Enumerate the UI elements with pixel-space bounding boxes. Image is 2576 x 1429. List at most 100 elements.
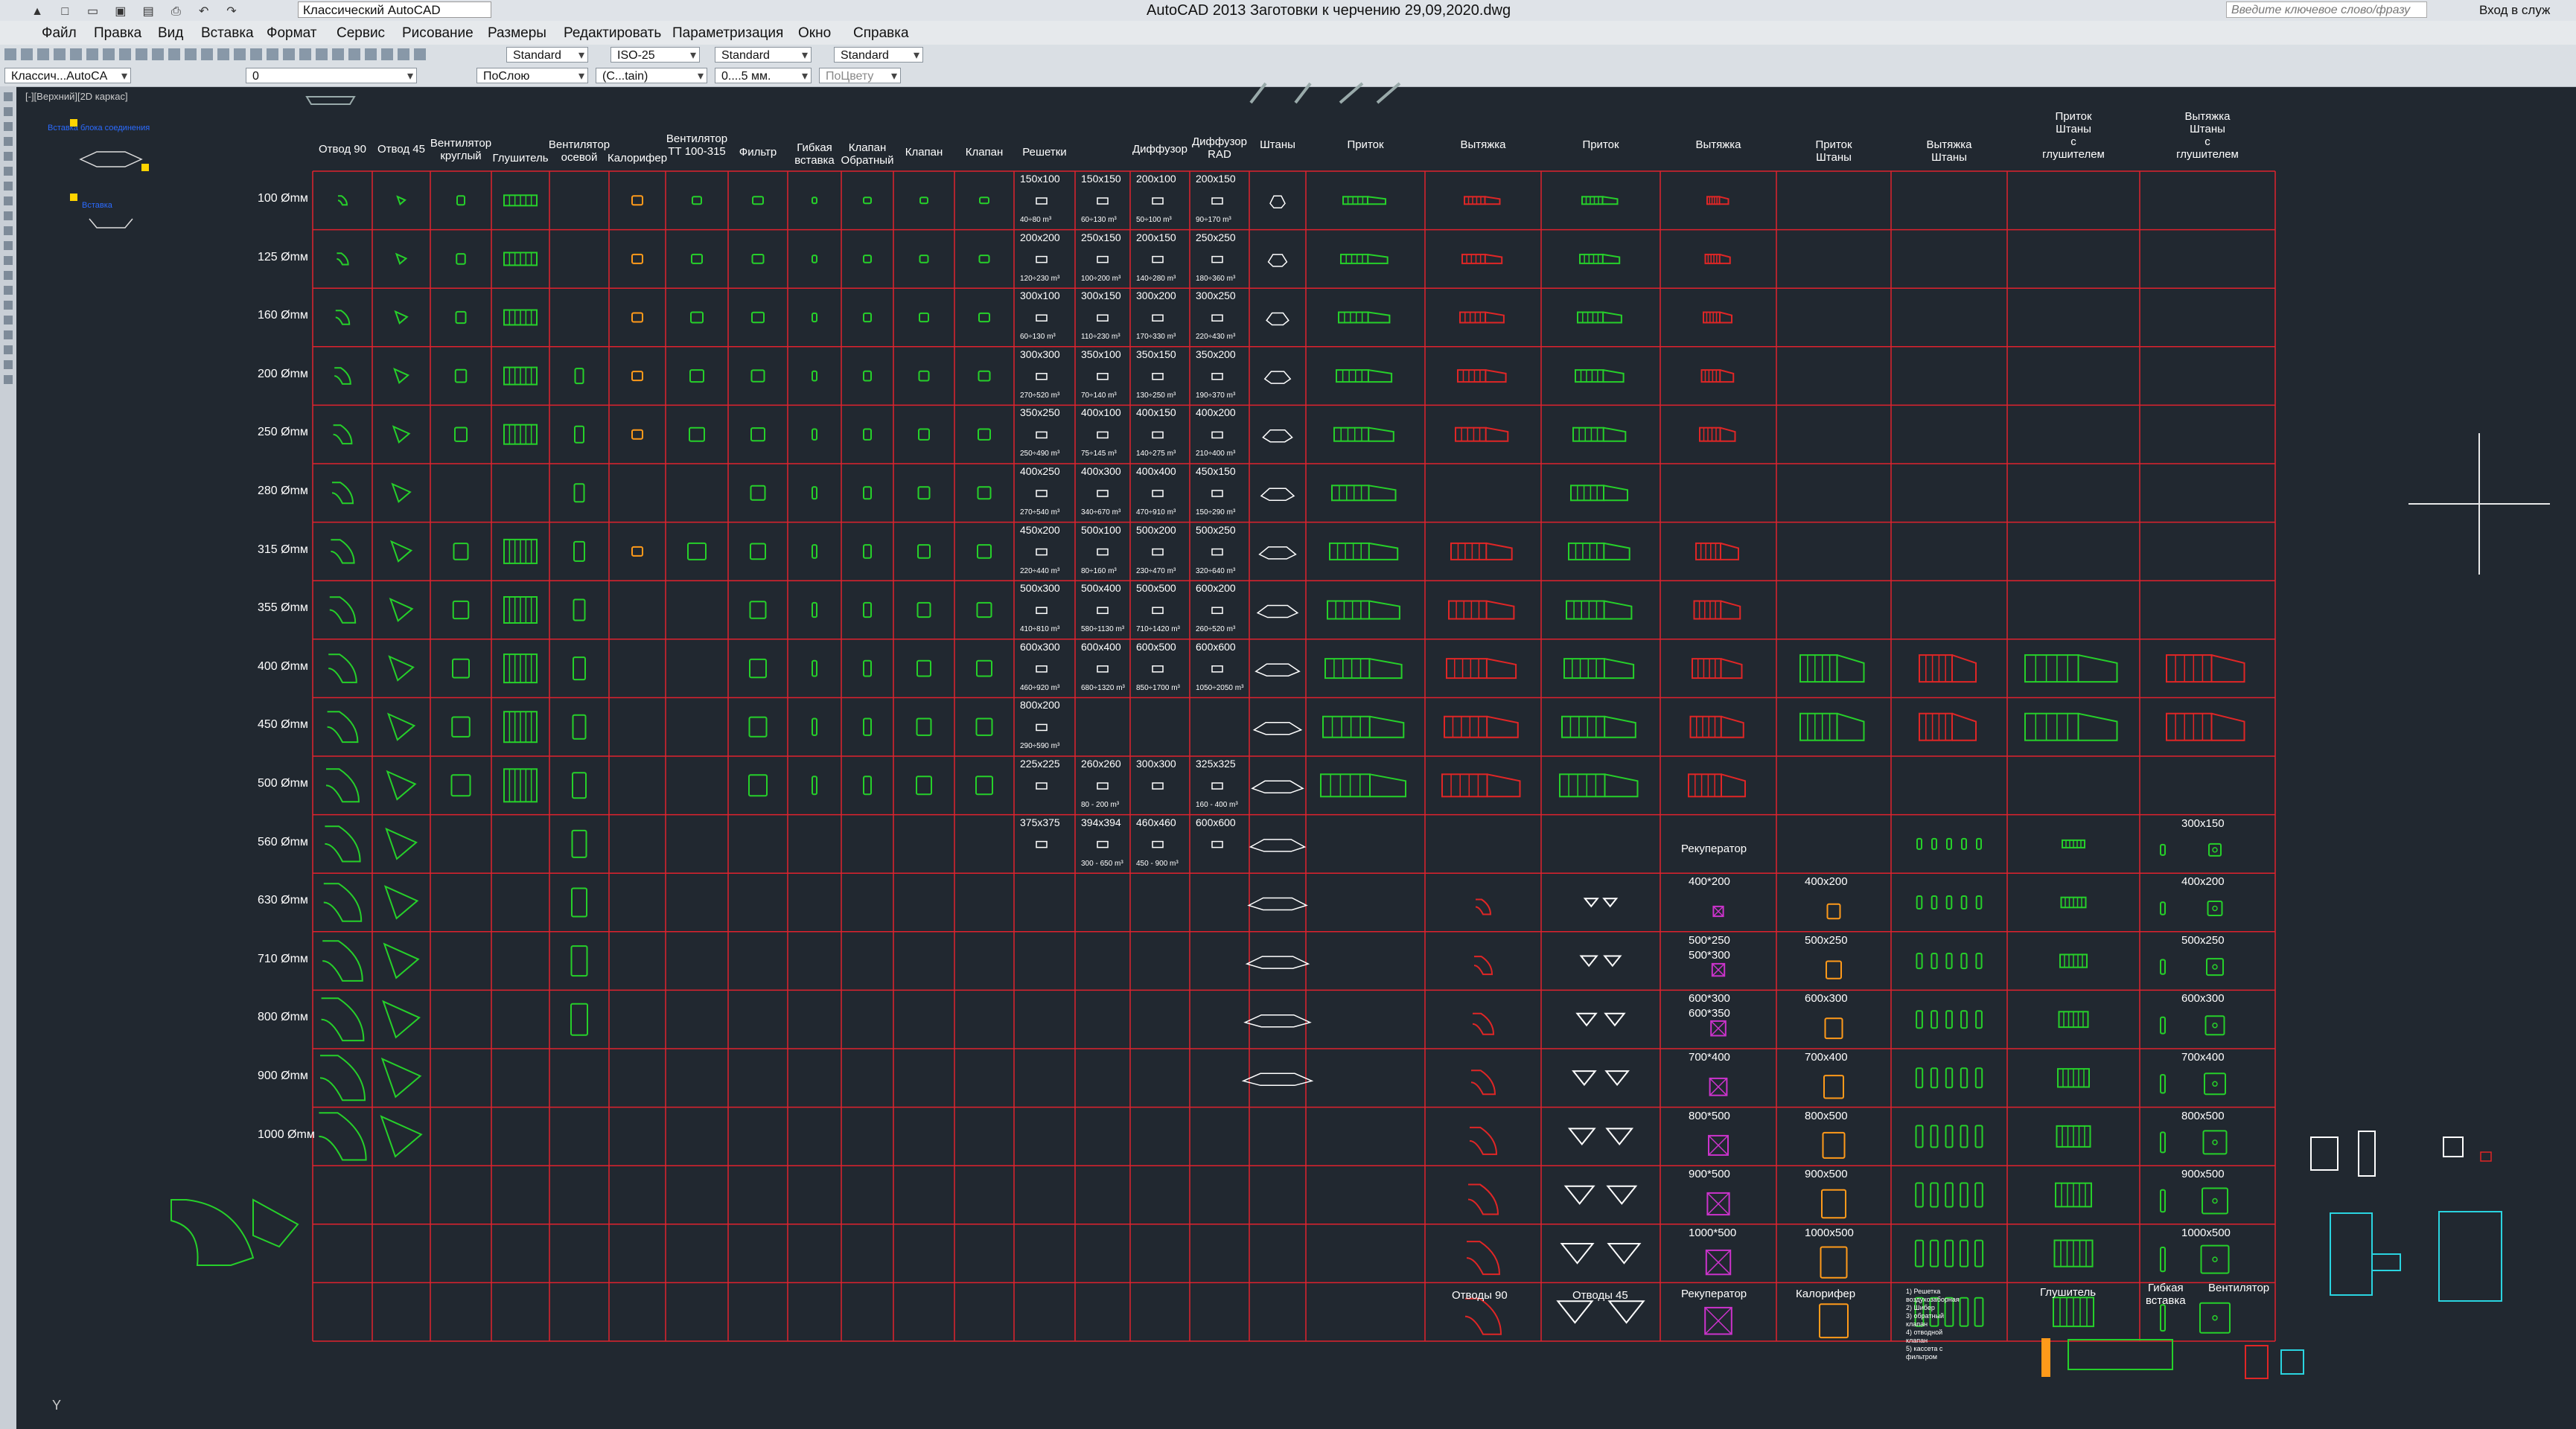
warning-marker	[70, 194, 77, 201]
row-label: 200 Ømм	[258, 367, 308, 380]
exhaust-run-2-symbol	[1699, 426, 1721, 442]
fan-tt-symbol	[687, 542, 707, 560]
filter-symbol	[750, 485, 766, 501]
exhaust-run-2-symbol	[1692, 658, 1722, 680]
branch-symbol	[1243, 1014, 1312, 1028]
branch-part-symbol	[1945, 1010, 1953, 1029]
grille-flow: 40÷80 m³	[1020, 216, 1052, 224]
triangle-45-symbol	[1560, 1243, 1595, 1265]
column-header: Фильтр	[739, 146, 777, 159]
ucs-icon: Y	[52, 1398, 62, 1413]
check-valve-symbol	[863, 428, 872, 441]
column-header: Калорифер	[607, 152, 668, 164]
large-elbow-45-symbol	[252, 1198, 299, 1248]
grille-size: 250x150	[1081, 231, 1121, 243]
grille-size: 225x225	[1020, 758, 1060, 770]
elbow-45-symbol	[382, 1000, 421, 1039]
elbow-90-symbol	[1475, 898, 1492, 915]
flex-large-symbol	[2160, 901, 2166, 915]
elbow-90-symbol	[335, 310, 351, 325]
grille-symbol	[1097, 490, 1109, 497]
grille-symbol	[1152, 840, 1164, 848]
recuperator-size: 700*400	[1689, 1051, 1730, 1064]
branch-part-symbol	[1974, 1297, 1984, 1327]
fan-tt-symbol	[691, 253, 703, 264]
fan-large-hub	[2212, 1022, 2218, 1029]
unit-symbol	[2358, 1131, 2376, 1177]
grille-flow: 100÷200 m³	[1081, 274, 1121, 283]
filter-symbol	[749, 658, 767, 679]
branch-symbol	[1267, 254, 1288, 267]
elbow-45-symbol	[386, 770, 417, 801]
grille-flow: 160 - 400 m³	[1196, 801, 1238, 809]
exhaust-run-2-symbol-tail	[1719, 196, 1729, 205]
valve-symbol	[916, 601, 931, 618]
row-label: 500 Ømм	[258, 777, 308, 790]
filter-symbol	[750, 427, 765, 442]
elbow-45-symbol	[385, 827, 418, 860]
exhaust-run-2-symbol-tail	[1719, 253, 1731, 264]
grille-flow: 120÷230 m³	[1020, 274, 1060, 283]
supply-run-2-symbol-tail	[1604, 542, 1630, 560]
elbow-90-symbol	[1464, 1297, 1502, 1335]
heater-symbol	[631, 312, 643, 323]
heater-large-symbol	[1822, 1131, 1846, 1159]
valve-2-symbol	[976, 659, 992, 677]
branch-symbol	[1258, 546, 1297, 560]
recuperator-size: 900*500	[1689, 1168, 1730, 1181]
elbow-90-symbol	[327, 711, 359, 744]
grille-size: 450x150	[1196, 465, 1236, 477]
grille-flow: 220÷430 m³	[1196, 333, 1236, 342]
branch-part-symbol	[1916, 837, 1922, 850]
row-label: 400 Ømм	[258, 659, 308, 673]
grille-size: 200x150	[1136, 231, 1176, 243]
triangle-45-symbol	[1603, 955, 1622, 968]
column-header: Приток Штаны с глушителем	[2042, 110, 2105, 161]
drawing-canvas[interactable]	[0, 0, 2576, 1429]
fan-large-symbol	[2208, 843, 2222, 857]
filter-symbol	[748, 716, 768, 738]
supply-run-symbol	[1329, 542, 1370, 560]
recuperator-size: 800*500	[1689, 1109, 1730, 1122]
grille-size: 250x250	[1196, 231, 1236, 243]
exhaust-run-2-symbol-tail	[1721, 715, 1744, 738]
column-header: Вытяжка	[1460, 138, 1506, 151]
small-red-symbol	[2480, 1151, 2492, 1162]
elbow-90-symbol	[329, 596, 357, 624]
branch-part-symbol	[1975, 953, 1983, 970]
flex-large-symbol	[2160, 959, 2166, 975]
row-label: 800 Ømм	[258, 1011, 308, 1024]
heater-symbol	[631, 371, 643, 382]
exhaust-branch-sil-symbol-tail	[2211, 654, 2245, 683]
triangle-45-symbol	[1583, 898, 1599, 908]
elbow-90-symbol	[1473, 956, 1493, 976]
supply-run-2-symbol-tail	[1604, 715, 1636, 738]
elbow-90-symbol	[331, 539, 355, 564]
grille-symbol	[1211, 665, 1223, 673]
filter-symbol	[751, 311, 765, 324]
supply-run-symbol-tail	[1368, 542, 1399, 560]
grille-size: 325x325	[1196, 758, 1236, 770]
branch-part-symbol	[1915, 1125, 1924, 1148]
bottom-label-2: Рекуператор	[1681, 1288, 1747, 1300]
supply-branch-symbol	[1799, 712, 1838, 741]
fan-large-hub	[2212, 847, 2218, 853]
supply-run-symbol	[1340, 253, 1369, 264]
grille-symbol	[1036, 373, 1048, 380]
legend-notes: 1) Решетка воздухозаборная 2) Шибер 3) о…	[1906, 1288, 1960, 1361]
grille-flow: 230÷470 m³	[1136, 566, 1176, 575]
grille-flow: 50÷100 m³	[1136, 216, 1172, 224]
column-header: Вентилятор осевой	[548, 138, 610, 164]
branch-part-symbol	[1945, 1067, 1954, 1089]
fan-round-symbol	[454, 368, 468, 383]
column-header: Клапан	[965, 146, 1004, 159]
supply-run-symbol-tail	[1368, 426, 1394, 442]
supply-run-symbol	[1324, 658, 1371, 680]
grille-symbol	[1036, 782, 1048, 790]
heater-size: 1000x500	[1805, 1226, 1854, 1239]
grille-flow: 300 - 650 m³	[1081, 859, 1123, 868]
check-valve-symbol	[863, 370, 872, 382]
grille-flow: 850÷1700 m³	[1136, 683, 1180, 692]
grille-symbol	[1152, 373, 1164, 380]
branch-part-symbol	[1974, 1239, 1984, 1267]
